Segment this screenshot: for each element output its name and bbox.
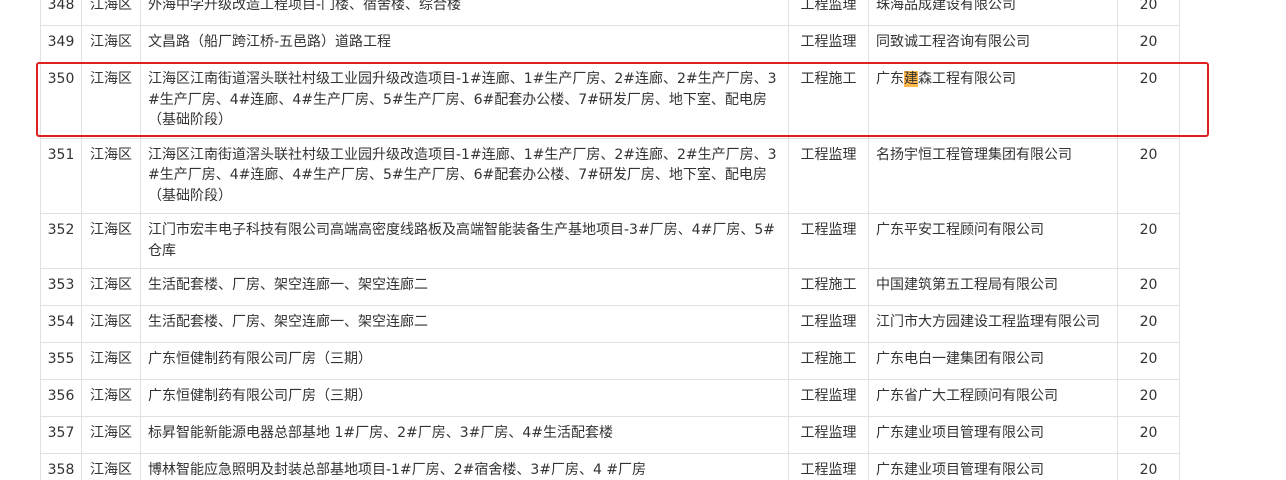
company-cell: 广东建业项目管理有限公司 xyxy=(868,416,1118,454)
project-name-cell: 生活配套楼、厂房、架空连廊一、架空连廊二 xyxy=(140,268,789,306)
project-name-cell: 广东恒健制药有限公司厂房（三期） xyxy=(140,342,789,380)
project-name-cell: 广东恒健制药有限公司厂房（三期） xyxy=(140,379,789,417)
district-cell: 江海区 xyxy=(81,342,141,380)
project-name-cell: 文昌路（船厂跨江桥-五邑路）道路工程 xyxy=(140,25,789,63)
table-row: 358 江海区 博林智能应急照明及封装总部基地项目-1#厂房、2#宿舍楼、3#厂… xyxy=(40,453,1180,480)
work-type-cell: 工程施工 xyxy=(788,62,869,139)
score-cell: 20 xyxy=(1117,0,1180,26)
table-row: 356 江海区 广东恒健制药有限公司厂房（三期） 工程监理 广东省广大工程顾问有… xyxy=(40,379,1180,417)
district-cell: 江海区 xyxy=(81,268,141,306)
company-cell: 广东建业项目管理有限公司 xyxy=(868,453,1118,480)
work-type-cell: 工程施工 xyxy=(788,268,869,306)
company-text-before: 广东 xyxy=(876,71,904,87)
row-number: 358 xyxy=(40,453,82,480)
project-name-cell: 江海区江南街道滘头联社村级工业园升级改造项目-1#连廊、1#生产厂房、2#连廊、… xyxy=(140,137,789,214)
row-number: 353 xyxy=(40,268,82,306)
district-cell: 江海区 xyxy=(81,453,141,480)
row-number: 349 xyxy=(40,25,82,63)
company-cell: 名扬宇恒工程管理集团有限公司 xyxy=(868,137,1118,214)
district-cell: 江海区 xyxy=(81,213,141,269)
company-cell: 广东建森工程有限公司 xyxy=(868,62,1118,139)
row-number: 357 xyxy=(40,416,82,454)
row-number: 348 xyxy=(40,0,82,26)
company-cell: 广东平安工程顾问有限公司 xyxy=(868,213,1118,269)
results-table-container: 348 江海区 外海中学升级改造工程项目-门楼、宿舍楼、综合楼 工程监理 珠海品… xyxy=(40,0,1180,480)
district-cell: 江海区 xyxy=(81,379,141,417)
table-row-highlighted: 350 江海区 江海区江南街道滘头联社村级工业园升级改造项目-1#连廊、1#生产… xyxy=(40,62,1180,139)
work-type-cell: 工程监理 xyxy=(788,305,869,343)
table-row: 353 江海区 生活配套楼、厂房、架空连廊一、架空连廊二 工程施工 中国建筑第五… xyxy=(40,268,1180,306)
score-cell: 20 xyxy=(1117,342,1180,380)
company-cell: 珠海品成建设有限公司 xyxy=(868,0,1118,26)
work-type-cell: 工程监理 xyxy=(788,453,869,480)
company-text-after: 森工程有限公司 xyxy=(918,71,1016,87)
district-cell: 江海区 xyxy=(81,137,141,214)
table-row: 348 江海区 外海中学升级改造工程项目-门楼、宿舍楼、综合楼 工程监理 珠海品… xyxy=(40,0,1180,26)
project-name-cell: 外海中学升级改造工程项目-门楼、宿舍楼、综合楼 xyxy=(140,0,789,26)
score-cell: 20 xyxy=(1117,416,1180,454)
work-type-cell: 工程监理 xyxy=(788,379,869,417)
table-row: 349 江海区 文昌路（船厂跨江桥-五邑路）道路工程 工程监理 同致诚工程咨询有… xyxy=(40,25,1180,63)
work-type-cell: 工程监理 xyxy=(788,25,869,63)
project-name-cell: 江海区江南街道滘头联社村级工业园升级改造项目-1#连廊、1#生产厂房、2#连廊、… xyxy=(140,62,789,139)
company-cell: 同致诚工程咨询有限公司 xyxy=(868,25,1118,63)
company-cell: 广东电白一建集团有限公司 xyxy=(868,342,1118,380)
score-cell: 20 xyxy=(1117,268,1180,306)
search-match-highlight: 建 xyxy=(904,71,918,87)
table-row: 351 江海区 江海区江南街道滘头联社村级工业园升级改造项目-1#连廊、1#生产… xyxy=(40,137,1180,214)
row-number: 350 xyxy=(40,62,82,139)
district-cell: 江海区 xyxy=(81,62,141,139)
score-cell: 20 xyxy=(1117,453,1180,480)
work-type-cell: 工程监理 xyxy=(788,137,869,214)
row-number: 355 xyxy=(40,342,82,380)
company-cell: 广东省广大工程顾问有限公司 xyxy=(868,379,1118,417)
work-type-cell: 工程监理 xyxy=(788,213,869,269)
table-row: 352 江海区 江门市宏丰电子科技有限公司高端高密度线路板及高端智能装备生产基地… xyxy=(40,213,1180,269)
work-type-cell: 工程监理 xyxy=(788,416,869,454)
table-row: 354 江海区 生活配套楼、厂房、架空连廊一、架空连廊二 工程监理 江门市大方园… xyxy=(40,305,1180,343)
project-name-cell: 生活配套楼、厂房、架空连廊一、架空连廊二 xyxy=(140,305,789,343)
district-cell: 江海区 xyxy=(81,25,141,63)
work-type-cell: 工程监理 xyxy=(788,0,869,26)
score-cell: 20 xyxy=(1117,305,1180,343)
table-row: 357 江海区 标昇智能新能源电器总部基地 1#厂房、2#厂房、3#厂房、4#生… xyxy=(40,416,1180,454)
project-name-cell: 博林智能应急照明及封装总部基地项目-1#厂房、2#宿舍楼、3#厂房、4 #厂房 xyxy=(140,453,789,480)
table-row: 355 江海区 广东恒健制药有限公司厂房（三期） 工程施工 广东电白一建集团有限… xyxy=(40,342,1180,380)
row-number: 352 xyxy=(40,213,82,269)
score-cell: 20 xyxy=(1117,213,1180,269)
row-number: 351 xyxy=(40,137,82,214)
row-number: 356 xyxy=(40,379,82,417)
row-number: 354 xyxy=(40,305,82,343)
score-cell: 20 xyxy=(1117,137,1180,214)
company-cell: 江门市大方园建设工程监理有限公司 xyxy=(868,305,1118,343)
work-type-cell: 工程施工 xyxy=(788,342,869,380)
company-cell: 中国建筑第五工程局有限公司 xyxy=(868,268,1118,306)
district-cell: 江海区 xyxy=(81,305,141,343)
score-cell: 20 xyxy=(1117,62,1180,139)
district-cell: 江海区 xyxy=(81,0,141,26)
district-cell: 江海区 xyxy=(81,416,141,454)
project-name-cell: 江门市宏丰电子科技有限公司高端高密度线路板及高端智能装备生产基地项目-3#厂房、… xyxy=(140,213,789,269)
project-name-cell: 标昇智能新能源电器总部基地 1#厂房、2#厂房、3#厂房、4#生活配套楼 xyxy=(140,416,789,454)
score-cell: 20 xyxy=(1117,379,1180,417)
score-cell: 20 xyxy=(1117,25,1180,63)
results-table: 348 江海区 外海中学升级改造工程项目-门楼、宿舍楼、综合楼 工程监理 珠海品… xyxy=(40,0,1180,480)
